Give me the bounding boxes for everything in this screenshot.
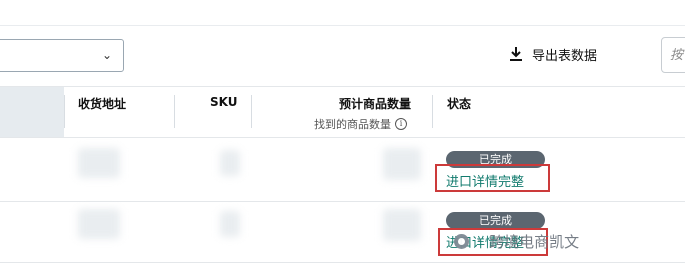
watermark-separator: · <box>477 234 482 249</box>
search-input[interactable] <box>661 37 685 73</box>
column-separator <box>174 95 175 128</box>
redacted-qty <box>383 148 421 180</box>
watermark: · 跨境电商凯文 <box>454 231 579 252</box>
watermark-logo-icon <box>454 234 469 249</box>
import-details-link[interactable]: 进口详情完整 <box>446 171 524 190</box>
redacted-address <box>78 209 120 239</box>
column-header-address[interactable]: 收货地址 <box>78 95 126 112</box>
info-icon[interactable]: i <box>395 118 407 130</box>
redacted-qty <box>383 209 421 241</box>
column-separator <box>64 95 65 128</box>
filter-select[interactable]: ⌄ <box>0 39 124 72</box>
export-label: 导出表数据 <box>532 48 598 64</box>
column-separator <box>251 95 252 128</box>
top-divider <box>0 25 685 26</box>
status-badge: 已完成 <box>446 212 545 229</box>
column-header-expected-qty[interactable]: 预计商品数量 <box>339 95 411 112</box>
watermark-text: 跨境电商凯文 <box>489 233 580 251</box>
found-qty-label: 找到的商品数量 <box>314 118 391 131</box>
row-divider <box>0 201 685 202</box>
row-divider <box>0 262 685 263</box>
redacted-address <box>78 148 120 178</box>
redacted-sku <box>220 150 240 176</box>
header-shaded-cell <box>0 87 64 137</box>
column-header-sku[interactable]: SKU <box>210 95 237 109</box>
export-table-button[interactable]: 导出表数据 <box>510 43 597 65</box>
column-subheader-found-qty: 找到的商品数量 i <box>314 116 407 132</box>
shipment-list-page: ⌄ 导出表数据 收货地址 SKU 预计商品数量 找到的商品数量 i 状态 <box>0 0 685 268</box>
chevron-down-icon: ⌄ <box>101 48 112 62</box>
status-badge: 已完成 <box>446 151 545 168</box>
redacted-sku <box>220 211 240 237</box>
download-icon <box>510 47 522 61</box>
column-separator <box>432 95 433 128</box>
column-header-status[interactable]: 状态 <box>447 95 471 112</box>
table-header: 收货地址 SKU 预计商品数量 找到的商品数量 i 状态 <box>0 86 685 138</box>
